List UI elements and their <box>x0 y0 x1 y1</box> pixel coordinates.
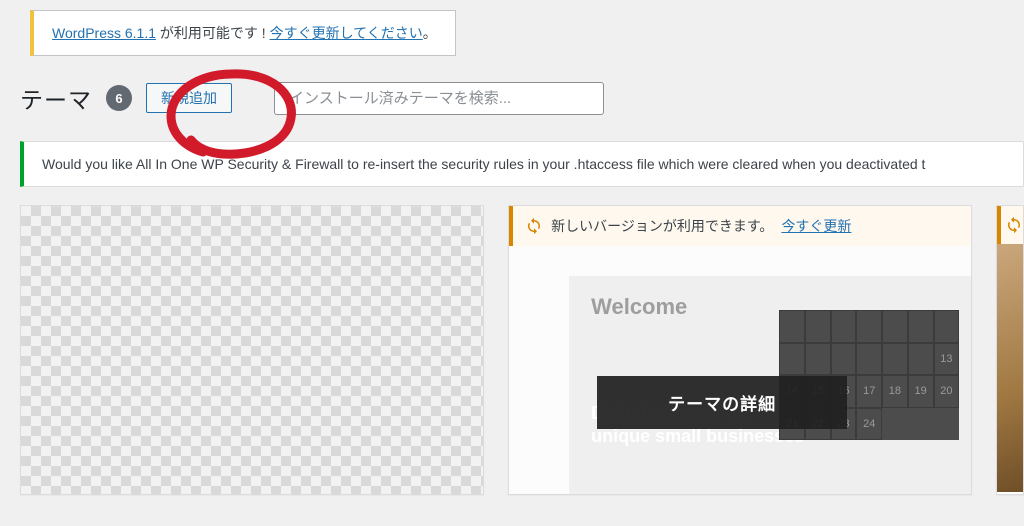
wp-update-nag: WordPress 6.1.1 が利用可能です ! 今すぐ更新してください。 <box>30 10 456 56</box>
security-notice: Would you like All In One WP Security & … <box>20 141 1024 187</box>
theme-preview <box>997 244 1023 492</box>
calendar-day <box>805 343 831 376</box>
calendar-day <box>831 310 857 343</box>
themes-header: テーマ 6 新規追加 <box>20 81 1024 141</box>
search-themes-input[interactable] <box>274 82 604 115</box>
calendar-day <box>805 310 831 343</box>
calendar-day <box>882 310 908 343</box>
theme-update-bar: 新しいバージョンが利用できます。 今すぐ更新 <box>509 206 971 246</box>
refresh-icon <box>525 217 543 235</box>
theme-card[interactable] <box>20 205 484 495</box>
theme-card[interactable] <box>996 205 1024 495</box>
theme-count-badge: 6 <box>106 85 132 111</box>
theme-update-text: 新しいバージョンが利用できます。 <box>551 216 773 236</box>
add-new-button[interactable]: 新規追加 <box>146 83 232 114</box>
calendar-day <box>779 310 805 343</box>
calendar-day <box>779 343 805 376</box>
theme-update-link[interactable]: 今すぐ更新 <box>781 216 851 236</box>
calendar-day <box>934 310 960 343</box>
theme-preview: Welcome Digital strategy for unique smal… <box>509 246 971 494</box>
theme-card[interactable]: 新しいバージョンが利用できます。 今すぐ更新 Welcome Digital s… <box>508 205 972 495</box>
page-title: テーマ <box>20 81 92 115</box>
themes-grid: 新しいバージョンが利用できます。 今すぐ更新 Welcome Digital s… <box>20 205 1024 495</box>
calendar-day <box>856 310 882 343</box>
calendar-day <box>856 343 882 376</box>
refresh-icon <box>1005 216 1023 234</box>
wp-update-now-link[interactable]: 今すぐ更新してください <box>270 25 423 41</box>
wp-nag-trailing: 。 <box>423 25 437 41</box>
calendar-day <box>882 343 908 376</box>
calendar-day: 24 <box>856 408 882 441</box>
calendar-day <box>908 310 934 343</box>
theme-update-bar <box>997 206 1023 244</box>
calendar-day <box>908 343 934 376</box>
calendar-day <box>831 343 857 376</box>
security-notice-text: Would you like All In One WP Security & … <box>42 156 925 172</box>
calendar-day: 18 <box>882 375 908 408</box>
calendar-day: 19 <box>908 375 934 408</box>
calendar-day: 17 <box>856 375 882 408</box>
calendar-day: 20 <box>934 375 960 408</box>
wp-nag-middle: が利用可能です ! <box>156 25 270 41</box>
wp-version-link[interactable]: WordPress 6.1.1 <box>52 25 156 41</box>
calendar-day: 13 <box>934 343 960 376</box>
theme-details-overlay[interactable]: テーマの詳細 <box>597 376 847 429</box>
